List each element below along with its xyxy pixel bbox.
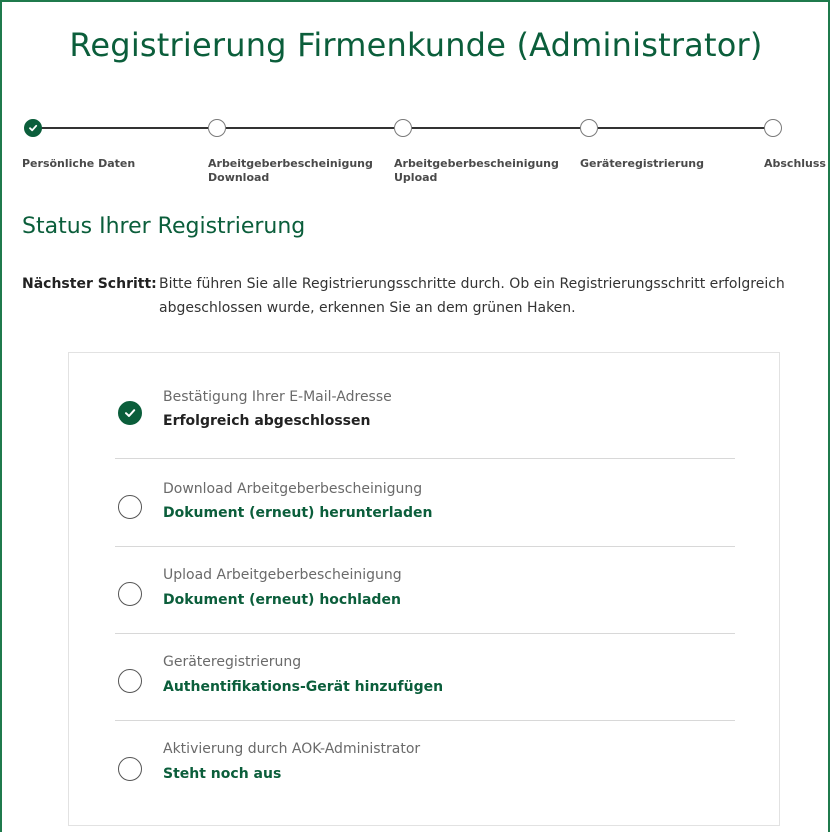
empty-circle-icon [118,757,142,781]
stepper-line [226,127,394,129]
task-title: Download Arbeitgeberbescheinigung [163,481,423,497]
task-title: Geräteregistrierung [163,654,302,670]
status-heading: Status Ihrer Registrierung [22,214,306,239]
download-document-link[interactable]: Dokument (erneut) herunterladen [163,505,432,521]
step-4-circle-icon [580,119,598,137]
registration-task-card: Bestätigung Ihrer E-Mail-Adresse Erfolgr… [68,352,780,826]
task-email-confirmation: Bestätigung Ihrer E-Mail-Adresse Erfolgr… [115,371,735,459]
upload-document-link[interactable]: Dokument (erneut) hochladen [163,592,401,608]
empty-circle-icon [118,495,142,519]
step-1-check-icon [24,119,42,137]
empty-circle-icon [118,669,142,693]
add-auth-device-link[interactable]: Authentifikations-Gerät hinzufügen [163,679,443,695]
stepper-line [412,127,580,129]
stepper-line [32,127,208,129]
task-title: Bestätigung Ihrer E-Mail-Adresse [163,389,392,405]
step-5-circle-icon [764,119,782,137]
step-label-completion: Abschluss [764,157,826,170]
step-label-device-registration: Geräteregistrierung [580,157,705,170]
next-step-text: Bitte führen Sie alle Registrierungsschr… [159,276,785,316]
task-title: Aktivierung durch AOK-Administrator [163,741,421,757]
task-upload-certificate: Upload Arbeitgeberbescheinigung Dokument… [115,546,735,634]
step-label-certificate-download: Arbeitgeberbescheinigung Download [208,157,373,184]
task-status: Erfolgreich abgeschlossen [163,413,371,429]
step-3-circle-icon [394,119,412,137]
task-status: Steht noch aus [163,766,282,782]
stepper-line [598,127,766,129]
next-step-label: Nächster Schritt: [22,276,157,292]
page-title: Registrierung Firmenkunde (Administrator… [69,26,763,64]
task-download-certificate: Download Arbeitgeberbescheinigung Dokume… [115,459,735,547]
task-admin-activation: Aktivierung durch AOK-Administrator Steh… [115,721,735,809]
step-label-certificate-upload: Arbeitgeberbescheinigung Upload [394,157,559,184]
step-label-personal-data: Persönliche Daten [22,157,136,170]
task-device-registration: Geräteregistrierung Authentifikations-Ge… [115,633,735,721]
progress-stepper: Persönliche Daten Arbeitgeberbescheinigu… [0,116,832,196]
empty-circle-icon [118,582,142,606]
check-icon [118,401,142,425]
task-title: Upload Arbeitgeberbescheinigung [163,567,402,583]
step-2-circle-icon [208,119,226,137]
